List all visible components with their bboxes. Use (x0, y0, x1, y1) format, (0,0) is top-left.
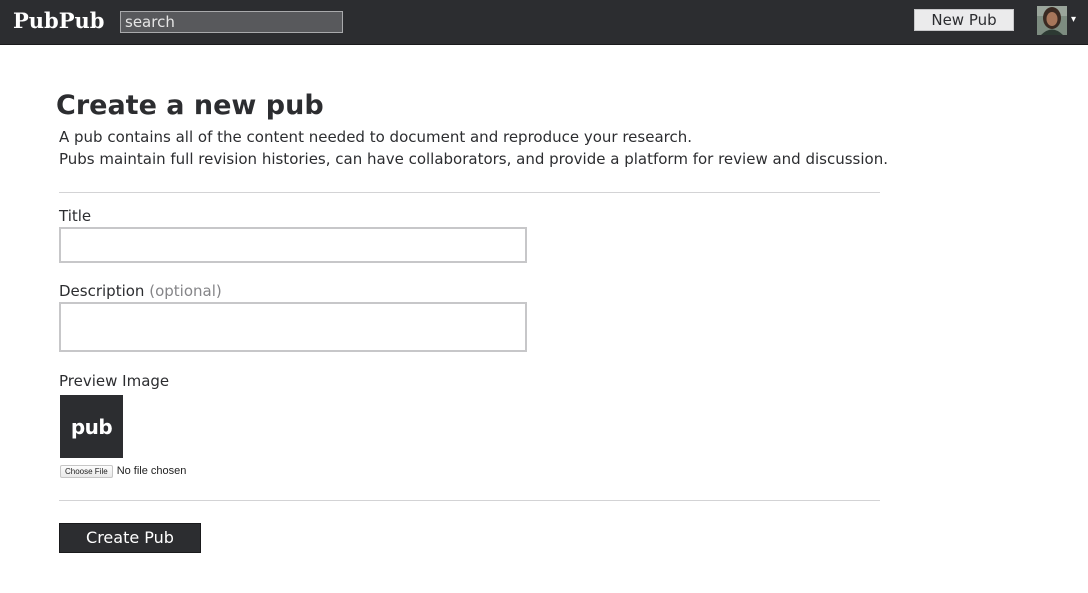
page-title: Create a new pub (56, 90, 324, 121)
page-description-line: A pub contains all of the content needed… (59, 128, 693, 146)
file-status-text: No file chosen (116, 465, 187, 477)
optional-hint: (optional) (149, 282, 222, 300)
section-divider (59, 500, 880, 501)
page-description-line: Pubs maintain full revision histories, c… (59, 150, 888, 168)
choose-file-button[interactable]: Choose File (60, 464, 113, 478)
description-label: Description (optional) (59, 282, 222, 300)
search-input[interactable] (120, 11, 343, 33)
preview-image-label: Preview Image (59, 372, 170, 390)
top-nav-bar: PubPub New Pub ▾ (0, 0, 1088, 45)
preview-image-placeholder-text: pub (70, 414, 113, 439)
file-input: Choose File No file chosen (60, 464, 186, 478)
description-label-text: Description (59, 282, 145, 300)
description-field[interactable] (59, 302, 527, 352)
user-menu-toggle[interactable]: ▾ (1037, 6, 1082, 36)
preview-image: pub (60, 395, 123, 458)
pubpub-logo[interactable]: PubPub (13, 8, 105, 33)
chevron-down-icon[interactable]: ▾ (1071, 14, 1076, 26)
create-pub-button[interactable]: Create Pub (59, 523, 201, 553)
user-avatar[interactable] (1037, 6, 1067, 35)
title-field[interactable] (59, 227, 527, 263)
new-pub-button[interactable]: New Pub (914, 9, 1014, 31)
section-divider (59, 192, 880, 193)
title-label: Title (59, 207, 92, 225)
